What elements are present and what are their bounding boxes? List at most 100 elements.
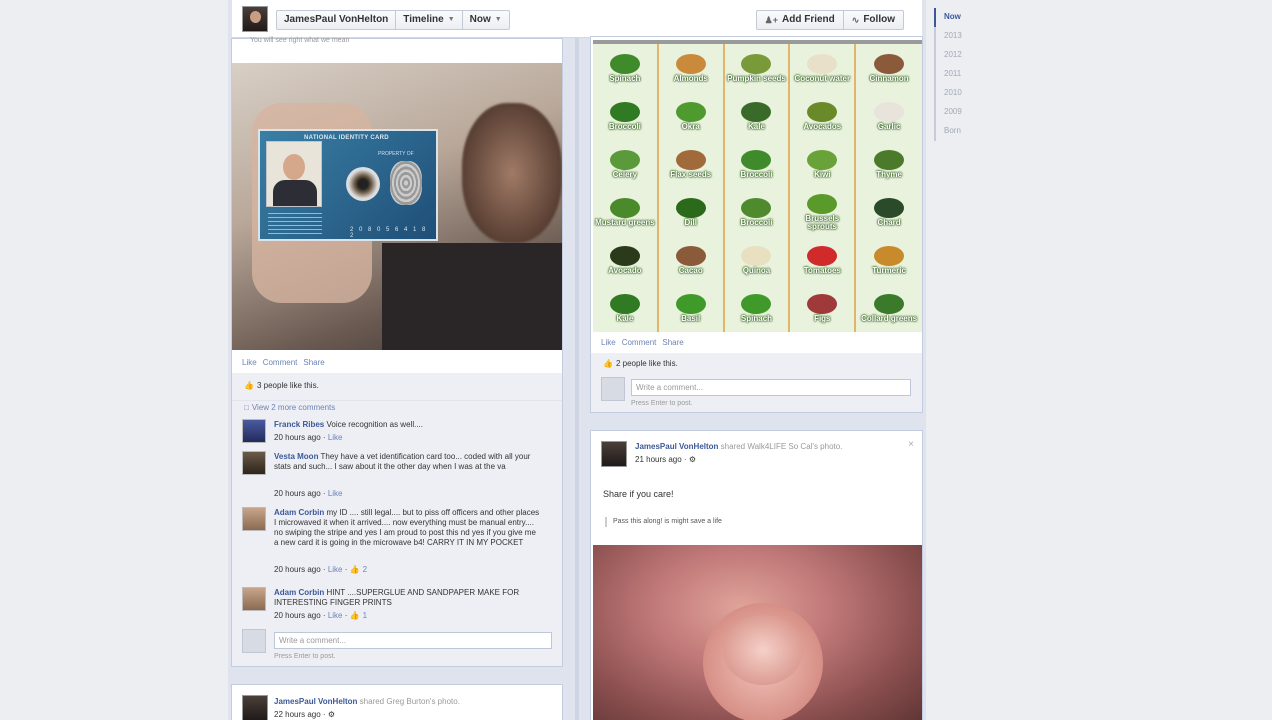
vegetable-tile: Pumpkin seeds xyxy=(725,44,791,92)
vegetable-image xyxy=(874,101,905,122)
author-avatar[interactable] xyxy=(242,695,268,720)
vegetable-label: Collard greens xyxy=(861,313,918,323)
post-photo[interactable]: NATIONAL IDENTITY CARD PROPERTY OF 2 0 8… xyxy=(232,63,562,350)
vegetable-tile: Cacao xyxy=(659,236,725,284)
comment-meta: 20 hours ago · Like · 👍 2 xyxy=(274,565,368,574)
vegetable-image xyxy=(609,149,640,170)
commenter-name[interactable]: Franck Ribes xyxy=(274,420,324,429)
avatar[interactable] xyxy=(242,419,266,443)
vegetable-image xyxy=(807,193,838,214)
vegetable-image xyxy=(609,197,640,218)
vegetable-image xyxy=(675,245,706,266)
vegetable-image xyxy=(675,101,706,122)
like-link[interactable]: Like xyxy=(242,358,257,367)
timeline-scrubber: Now 2013 2012 2011 2010 2009 Born xyxy=(934,8,994,141)
vegetable-tile: Quinoa xyxy=(725,236,791,284)
comment-input[interactable]: Write a comment... xyxy=(631,379,911,396)
vegetable-label: Garlic xyxy=(877,121,901,131)
comment-like-count[interactable]: 1 xyxy=(363,611,367,620)
chevron-down-icon: ▼ xyxy=(447,16,455,23)
avatar[interactable] xyxy=(242,507,266,531)
globe-icon: ⚙ xyxy=(327,710,335,719)
vegetable-label: Mustard greens xyxy=(595,217,655,227)
commenter-name[interactable]: Vesta Moon xyxy=(274,452,318,461)
vegetable-image xyxy=(609,53,640,74)
vegetable-label: Cinnamon xyxy=(869,73,909,83)
close-icon[interactable]: × xyxy=(908,439,914,450)
timeline-dropdown[interactable]: Timeline ▼ xyxy=(396,11,463,29)
like-link[interactable]: Like xyxy=(601,338,616,347)
vegetable-tile: Cinnamon xyxy=(856,44,922,92)
avatar[interactable] xyxy=(242,587,266,611)
vegetable-label: Flax seeds xyxy=(670,169,712,179)
vegetable-label: Thyme xyxy=(876,169,902,179)
scrubber-item-2013[interactable]: 2013 xyxy=(936,27,994,46)
vegetable-image xyxy=(741,149,772,170)
vegetable-tile: Celery xyxy=(593,140,659,188)
scrubber-item-2011[interactable]: 2011 xyxy=(936,65,994,84)
vegetable-image xyxy=(874,197,905,218)
vegetable-tile: Turmeric xyxy=(856,236,922,284)
commenter-name[interactable]: Adam Corbin xyxy=(274,588,324,597)
vegetable-tile: Kiwi xyxy=(790,140,857,188)
comment-input[interactable]: Write a comment... xyxy=(274,632,552,649)
post-time: 21 hours ago · ⚙ xyxy=(635,455,696,464)
vegetable-image xyxy=(874,149,905,170)
vegetable-tile: Flax seeds xyxy=(659,140,725,188)
vegetable-tile: Thyme xyxy=(856,140,922,188)
share-link[interactable]: Share xyxy=(662,338,683,347)
scrubber-item-now[interactable]: Now xyxy=(934,8,994,27)
id-card-image: NATIONAL IDENTITY CARD PROPERTY OF 2 0 8… xyxy=(258,129,438,241)
comment-link[interactable]: Comment xyxy=(263,358,298,367)
comment-body: Franck Ribes Voice recognition as well..… xyxy=(274,420,423,429)
avatar[interactable] xyxy=(242,451,266,475)
vegetable-label: Almonds xyxy=(673,73,708,83)
post-actions: Like Comment Share xyxy=(242,358,325,367)
comments-section: 👍 3 people like this. □ View 2 more commen… xyxy=(232,373,562,666)
vegetable-tile: Mustard greens xyxy=(593,188,659,236)
vegetable-label: Dill xyxy=(684,217,697,227)
scrubber-item-2010[interactable]: 2010 xyxy=(936,84,994,103)
comment-like-link[interactable]: Like xyxy=(328,433,343,442)
author-name[interactable]: JamesPaul VonHelton xyxy=(635,442,718,451)
vegetable-label: Avocados xyxy=(803,121,842,131)
comment-like-link[interactable]: Like xyxy=(328,489,343,498)
vegetable-image xyxy=(609,101,640,122)
vegetable-label: Celery xyxy=(612,169,638,179)
scrubber-item-2009[interactable]: 2009 xyxy=(936,103,994,122)
comment-like-link[interactable]: Like xyxy=(328,611,343,620)
man-suit xyxy=(382,243,562,350)
comment-like-link[interactable]: Like xyxy=(328,565,343,574)
vegetable-tile: Spinach xyxy=(593,44,659,92)
scrubber-item-born[interactable]: Born xyxy=(936,122,994,141)
post-caption: You will see right what we mean xyxy=(250,37,350,44)
author-avatar[interactable] xyxy=(601,441,627,467)
vegetable-image xyxy=(874,293,905,314)
follow-button[interactable]: ∿ Follow xyxy=(844,11,903,29)
id-card-photo xyxy=(266,141,322,207)
vegetable-label: Broccoli xyxy=(740,217,773,227)
vegetable-image xyxy=(675,197,706,218)
vegetable-label: Broccoli xyxy=(608,121,641,131)
share-link[interactable]: Share xyxy=(303,358,324,367)
post-photo[interactable] xyxy=(593,545,922,720)
vegetable-tile: Okra xyxy=(659,92,725,140)
vegetable-label: Basil xyxy=(681,313,701,323)
now-dropdown[interactable]: Now ▼ xyxy=(463,11,509,29)
post-photo[interactable]: Spinach Almonds Pumpkin seeds Coconut water… xyxy=(593,40,922,332)
profile-name-button[interactable]: JamesPaul VonHelton xyxy=(277,11,397,29)
vegetable-tile: Broccoli xyxy=(725,188,791,236)
comment-link[interactable]: Comment xyxy=(622,338,657,347)
profile-avatar[interactable] xyxy=(242,6,268,32)
post-actions: Like Comment Share xyxy=(601,338,684,347)
scrubber-item-2012[interactable]: 2012 xyxy=(936,46,994,65)
author-name[interactable]: JamesPaul VonHelton xyxy=(274,697,357,706)
commenter-name[interactable]: Adam Corbin xyxy=(274,508,324,517)
vegetable-tile: Garlic xyxy=(856,92,922,140)
view-more-comments[interactable]: □ View 2 more comments xyxy=(232,400,562,412)
thumbs-up-icon: 👍 xyxy=(349,565,360,574)
vegetable-tile: Avocados xyxy=(790,92,857,140)
comment-like-count[interactable]: 2 xyxy=(363,565,367,574)
add-friend-button[interactable]: ♟+ Add Friend xyxy=(757,11,844,29)
vegetable-tile: Figs xyxy=(790,284,857,332)
